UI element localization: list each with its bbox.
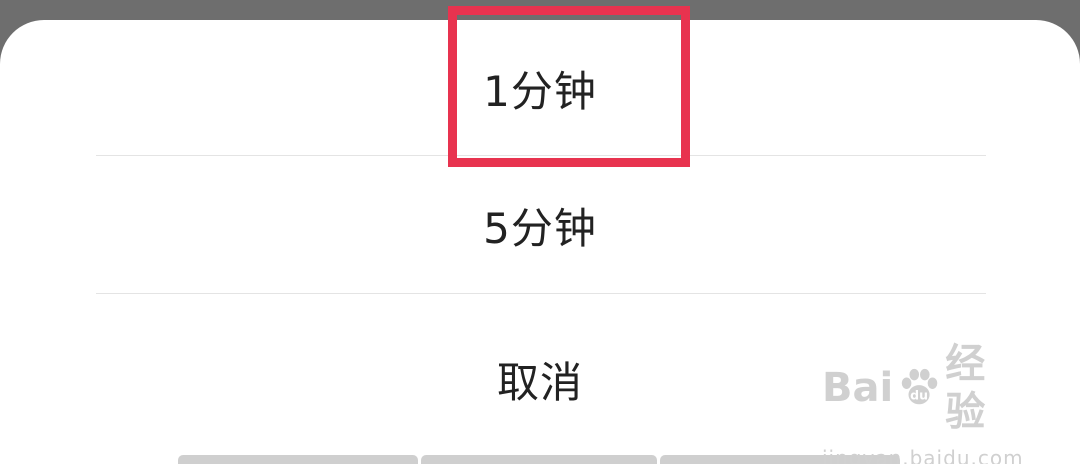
option-5-minutes[interactable]: 5分钟 [0,156,1080,294]
cancel-button-label: 取消 [496,357,583,407]
action-sheet: 1分钟 5分钟 取消 [0,20,1080,464]
bottom-tab-indicator [660,455,900,464]
option-5-minutes-label: 5分钟 [483,203,597,253]
option-1-minute-label: 1分钟 [483,66,597,116]
cancel-button[interactable]: 取消 [0,294,1080,464]
option-1-minute[interactable]: 1分钟 [0,20,1080,156]
bottom-tab-indicator [421,455,657,464]
bottom-tab-indicator [178,455,418,464]
screen: 1分钟 5分钟 取消 Bai du 经验 jingyan.baidu.com [0,0,1080,464]
